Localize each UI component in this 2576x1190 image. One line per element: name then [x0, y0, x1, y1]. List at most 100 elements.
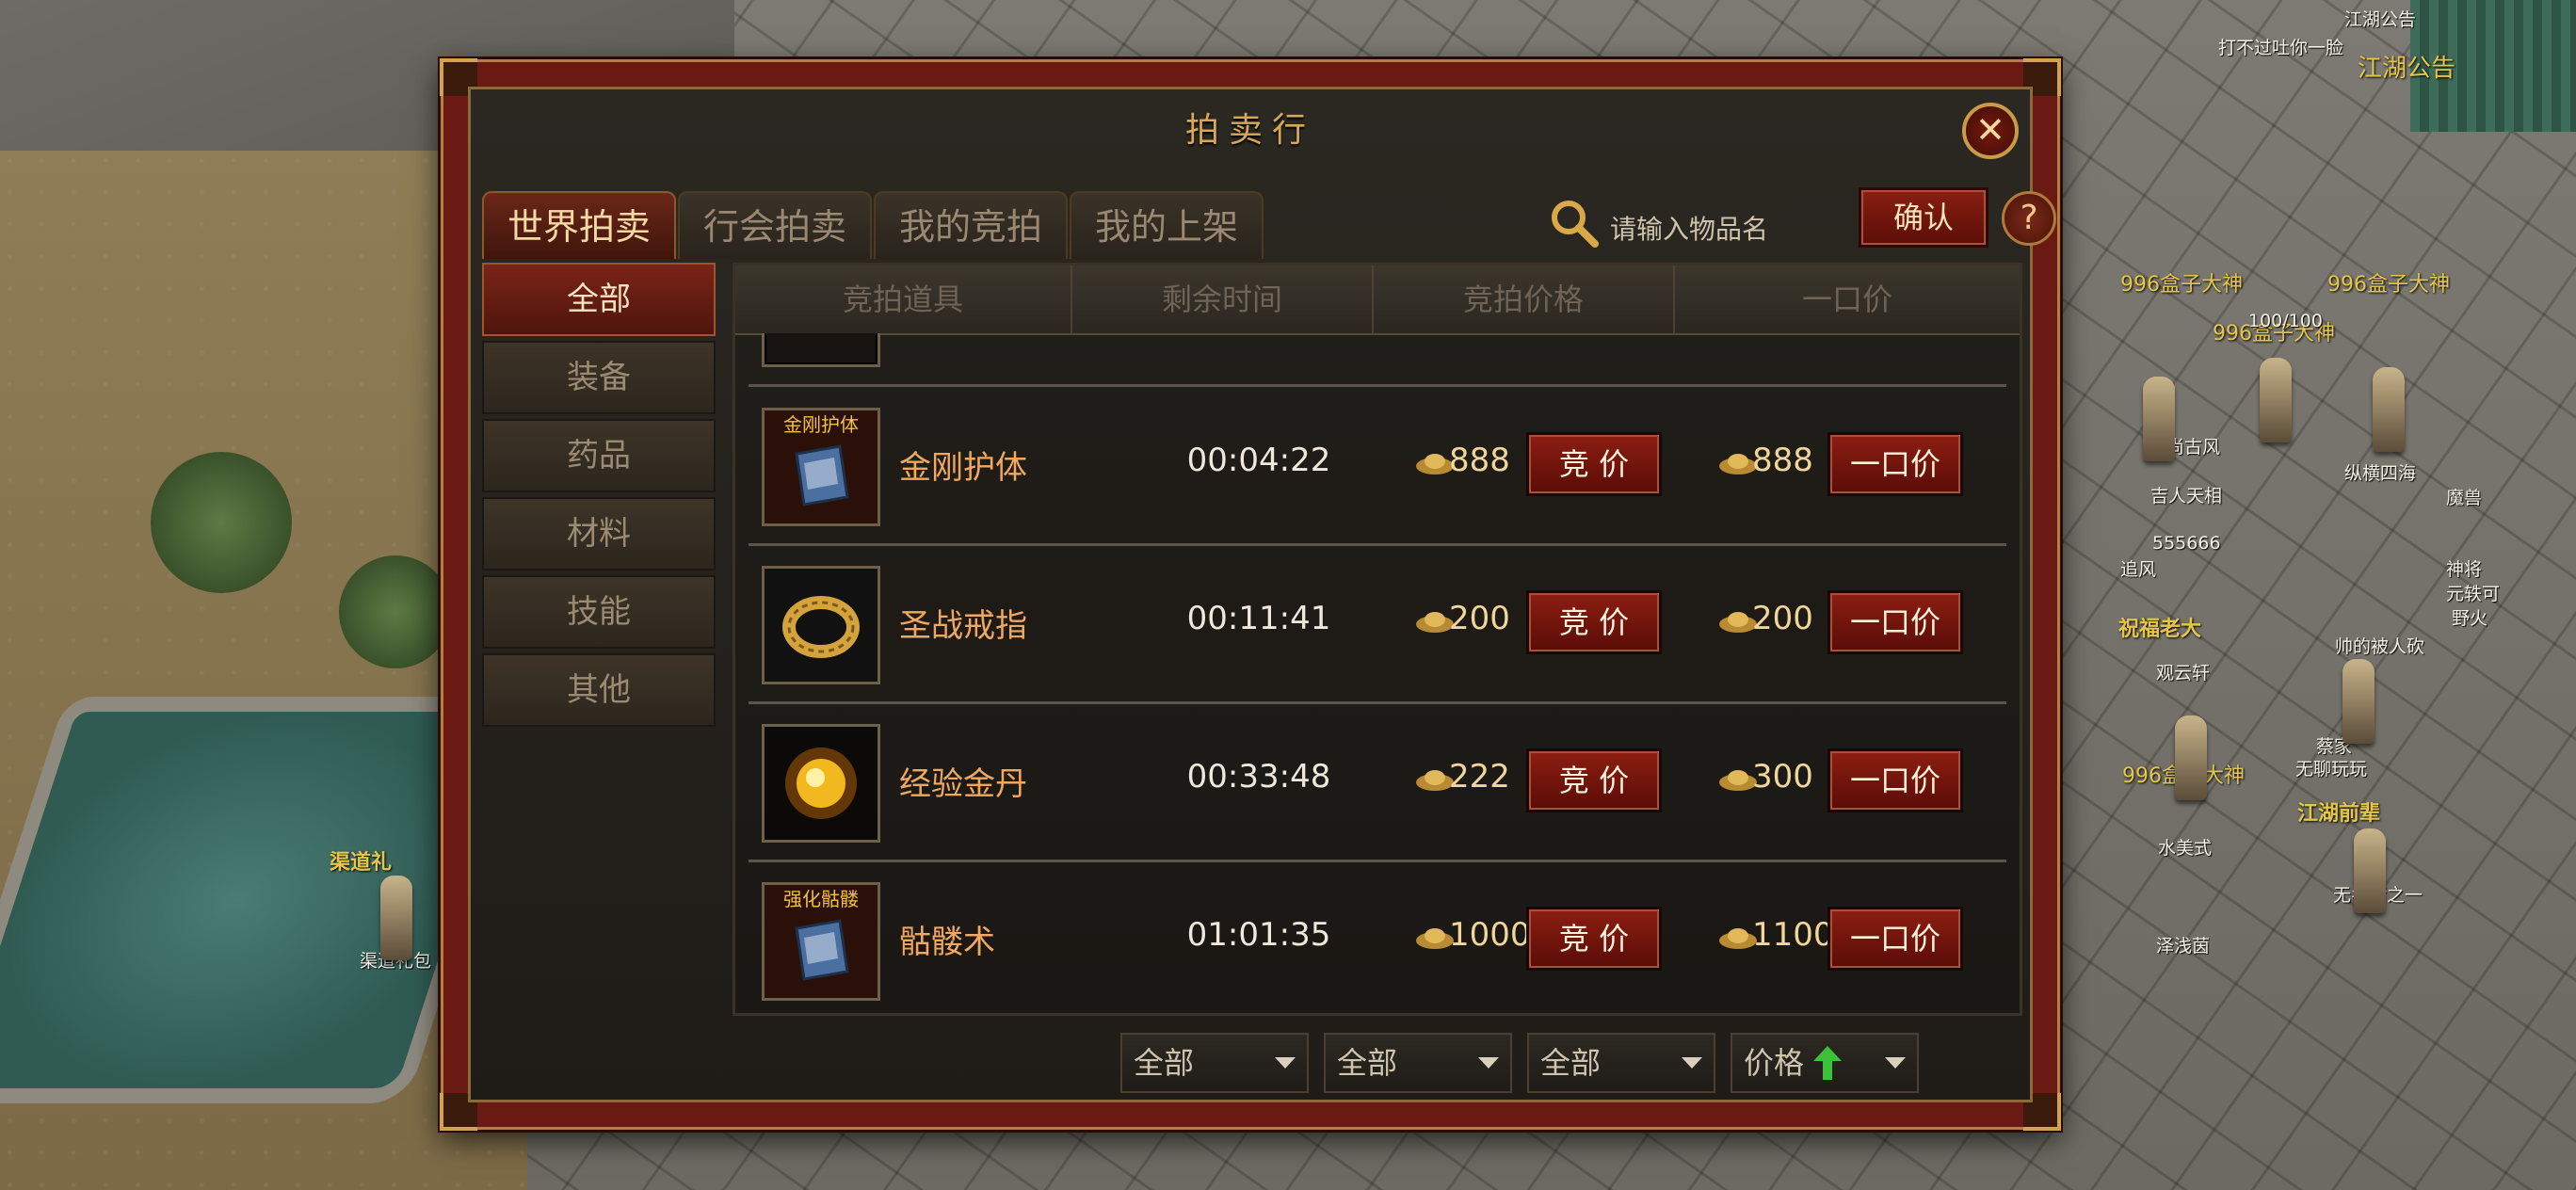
window-title: 拍卖行: [1184, 111, 1315, 150]
buyout-price: 200: [1752, 600, 1813, 637]
player-name: 追风: [2120, 559, 2157, 580]
npc-character[interactable]: [380, 876, 412, 960]
player-name: 水美式: [2158, 838, 2213, 859]
list-item[interactable]: 经验金丹 00:33:48 222 竞 价 300 一口价: [749, 703, 2006, 862]
bid-button[interactable]: 竞 价: [1526, 748, 1662, 812]
bid-price: 888: [1449, 442, 1510, 479]
player-character[interactable]: [2143, 377, 2175, 461]
category-all[interactable]: 全部: [482, 263, 716, 336]
category-material[interactable]: 材料: [482, 497, 716, 571]
tab-world-auction[interactable]: 世界拍卖: [482, 191, 676, 259]
bid-price: 1000: [1449, 916, 1531, 954]
player-character[interactable]: [2343, 659, 2375, 744]
chevron-down-icon: [1478, 1057, 1499, 1069]
chevron-down-icon: [1885, 1057, 1906, 1069]
buyout-button[interactable]: 一口价: [1827, 907, 1963, 971]
buyout-button[interactable]: 一口价: [1827, 432, 1963, 496]
auction-window: 拍卖行 ✕ 世界拍卖 行会拍卖 我的竞拍 我的上架 确认 ? 全部 装备 药品 …: [440, 58, 2061, 1131]
npc-sign: 渠道礼: [330, 851, 393, 875]
tab-guild-auction[interactable]: 行会拍卖: [678, 191, 872, 259]
list-item[interactable]: 金刚护体 金刚护体 00:04:22 888 竞 价 888 一口价: [749, 387, 2006, 546]
bid-button[interactable]: 竞 价: [1526, 907, 1662, 971]
filter-dropdown-2[interactable]: 全部: [1324, 1033, 1512, 1093]
tab-my-bids[interactable]: 我的竞拍: [874, 191, 1068, 259]
close-button[interactable]: ✕: [1962, 103, 2019, 159]
item-icon-label: 强化骷髅: [783, 888, 859, 910]
help-button[interactable]: ?: [2002, 191, 2056, 246]
list-header: 竞拍道具 剩余时间 竞拍价格 一口价: [735, 265, 2020, 335]
confirm-button[interactable]: 确认: [1859, 187, 1988, 248]
column-time[interactable]: 剩余时间: [1072, 265, 1374, 333]
player-name: 魔兽: [2446, 488, 2483, 508]
bid-button[interactable]: 竞 价: [1526, 590, 1662, 654]
remaining-time: 00:11:41: [1186, 600, 1331, 637]
player-character[interactable]: [2354, 828, 2386, 913]
search-icon[interactable]: [1546, 195, 1602, 251]
tree: [151, 452, 292, 593]
list-item[interactable]: [749, 333, 2006, 387]
skill-book-icon: 金刚护体: [765, 410, 877, 523]
player-title: 996盒子大神: [2120, 273, 2243, 297]
category-medicine[interactable]: 药品: [482, 419, 716, 492]
remaining-time: 00:04:22: [1186, 442, 1331, 479]
filter-dropdown-3[interactable]: 全部: [1527, 1033, 1715, 1093]
column-buyout[interactable]: 一口价: [1675, 265, 2020, 333]
item-icon-slot[interactable]: 强化骷髅: [762, 882, 880, 1001]
filter-bar: 全部 全部 全部 价格: [471, 1033, 2030, 1093]
filter-dropdown-1[interactable]: 全部: [1120, 1033, 1309, 1093]
search-input[interactable]: [1608, 202, 1857, 255]
player-name: 泽浅茵: [2156, 936, 2211, 957]
tab-my-listings[interactable]: 我的上架: [1070, 191, 1264, 259]
player-character[interactable]: [2373, 367, 2405, 452]
player-name: 观云轩: [2156, 663, 2211, 683]
player-name: 神将: [2446, 559, 2483, 580]
buyout-button[interactable]: 一口价: [1827, 748, 1963, 812]
bid-price: 222: [1449, 758, 1510, 796]
tree: [339, 555, 452, 668]
item-name: 圣战戒指: [899, 607, 1027, 645]
item-icon-slot[interactable]: [762, 724, 880, 843]
remaining-time: 00:33:48: [1186, 758, 1331, 796]
category-panel: 全部 装备 药品 材料 技能 其他: [482, 263, 716, 1016]
category-skill[interactable]: 技能: [482, 575, 716, 649]
sort-price-dropdown[interactable]: 价格: [1731, 1033, 1919, 1093]
buyout-button[interactable]: 一口价: [1827, 590, 1963, 654]
item-icon-slot: [762, 333, 880, 367]
player-name: 555666: [2152, 533, 2221, 554]
player-title: 祝福老大: [2118, 618, 2202, 641]
auction-list: 竞拍道具 剩余时间 竞拍价格 一口价 金刚护体 金刚护体 00:04:22 88…: [733, 263, 2022, 1016]
column-item[interactable]: 竞拍道具: [735, 265, 1072, 333]
player-name: 帅的被人砍: [2335, 636, 2425, 657]
buyout-price: 300: [1752, 758, 1813, 796]
player-name: 无聊玩玩: [2295, 759, 2368, 780]
close-icon: ✕: [1975, 109, 2005, 151]
item-name: 金刚护体: [899, 449, 1027, 487]
player-character[interactable]: [2175, 716, 2207, 800]
player-hp: 100/100: [2248, 311, 2323, 331]
chevron-down-icon: [1275, 1057, 1296, 1069]
player-name: 纵横四海: [2344, 463, 2417, 484]
buyout-price: 1100: [1752, 916, 1834, 954]
player-character[interactable]: [2260, 358, 2292, 442]
player-name: 野火: [2452, 608, 2488, 629]
window-body: 拍卖行 ✕ 世界拍卖 行会拍卖 我的竞拍 我的上架 确认 ? 全部 装备 药品 …: [468, 87, 2056, 1102]
announce-sign: 江湖公告: [2358, 55, 2456, 83]
player-title: 996盒子大神: [2327, 273, 2450, 297]
list-item[interactable]: 强化骷髅 骷髅术 01:01:35 1000 竞 价 1100 一口价: [749, 861, 2006, 1013]
dropdown-value: 价格: [1744, 1045, 1805, 1081]
announce-title: 江湖公告: [2344, 9, 2417, 30]
item-icon-slot[interactable]: 金刚护体: [762, 408, 880, 526]
category-other[interactable]: 其他: [482, 653, 716, 727]
remaining-time: 01:01:35: [1186, 916, 1331, 954]
column-bid-price[interactable]: 竞拍价格: [1374, 265, 1675, 333]
chevron-down-icon: [1682, 1057, 1702, 1069]
arrow-up-icon: [1813, 1046, 1842, 1080]
item-icon-label: 金刚护体: [783, 413, 859, 436]
category-equipment[interactable]: 装备: [482, 341, 716, 414]
list-rows[interactable]: 金刚护体 金刚护体 00:04:22 888 竞 价 888 一口价 圣战戒指 …: [735, 333, 2020, 1013]
dropdown-value: 全部: [1134, 1045, 1195, 1081]
item-name: 经验金丹: [899, 765, 1027, 803]
item-icon-slot[interactable]: [762, 566, 880, 684]
bid-button[interactable]: 竞 价: [1526, 432, 1662, 496]
list-item[interactable]: 圣战戒指 00:11:41 200 竞 价 200 一口价: [749, 545, 2006, 704]
